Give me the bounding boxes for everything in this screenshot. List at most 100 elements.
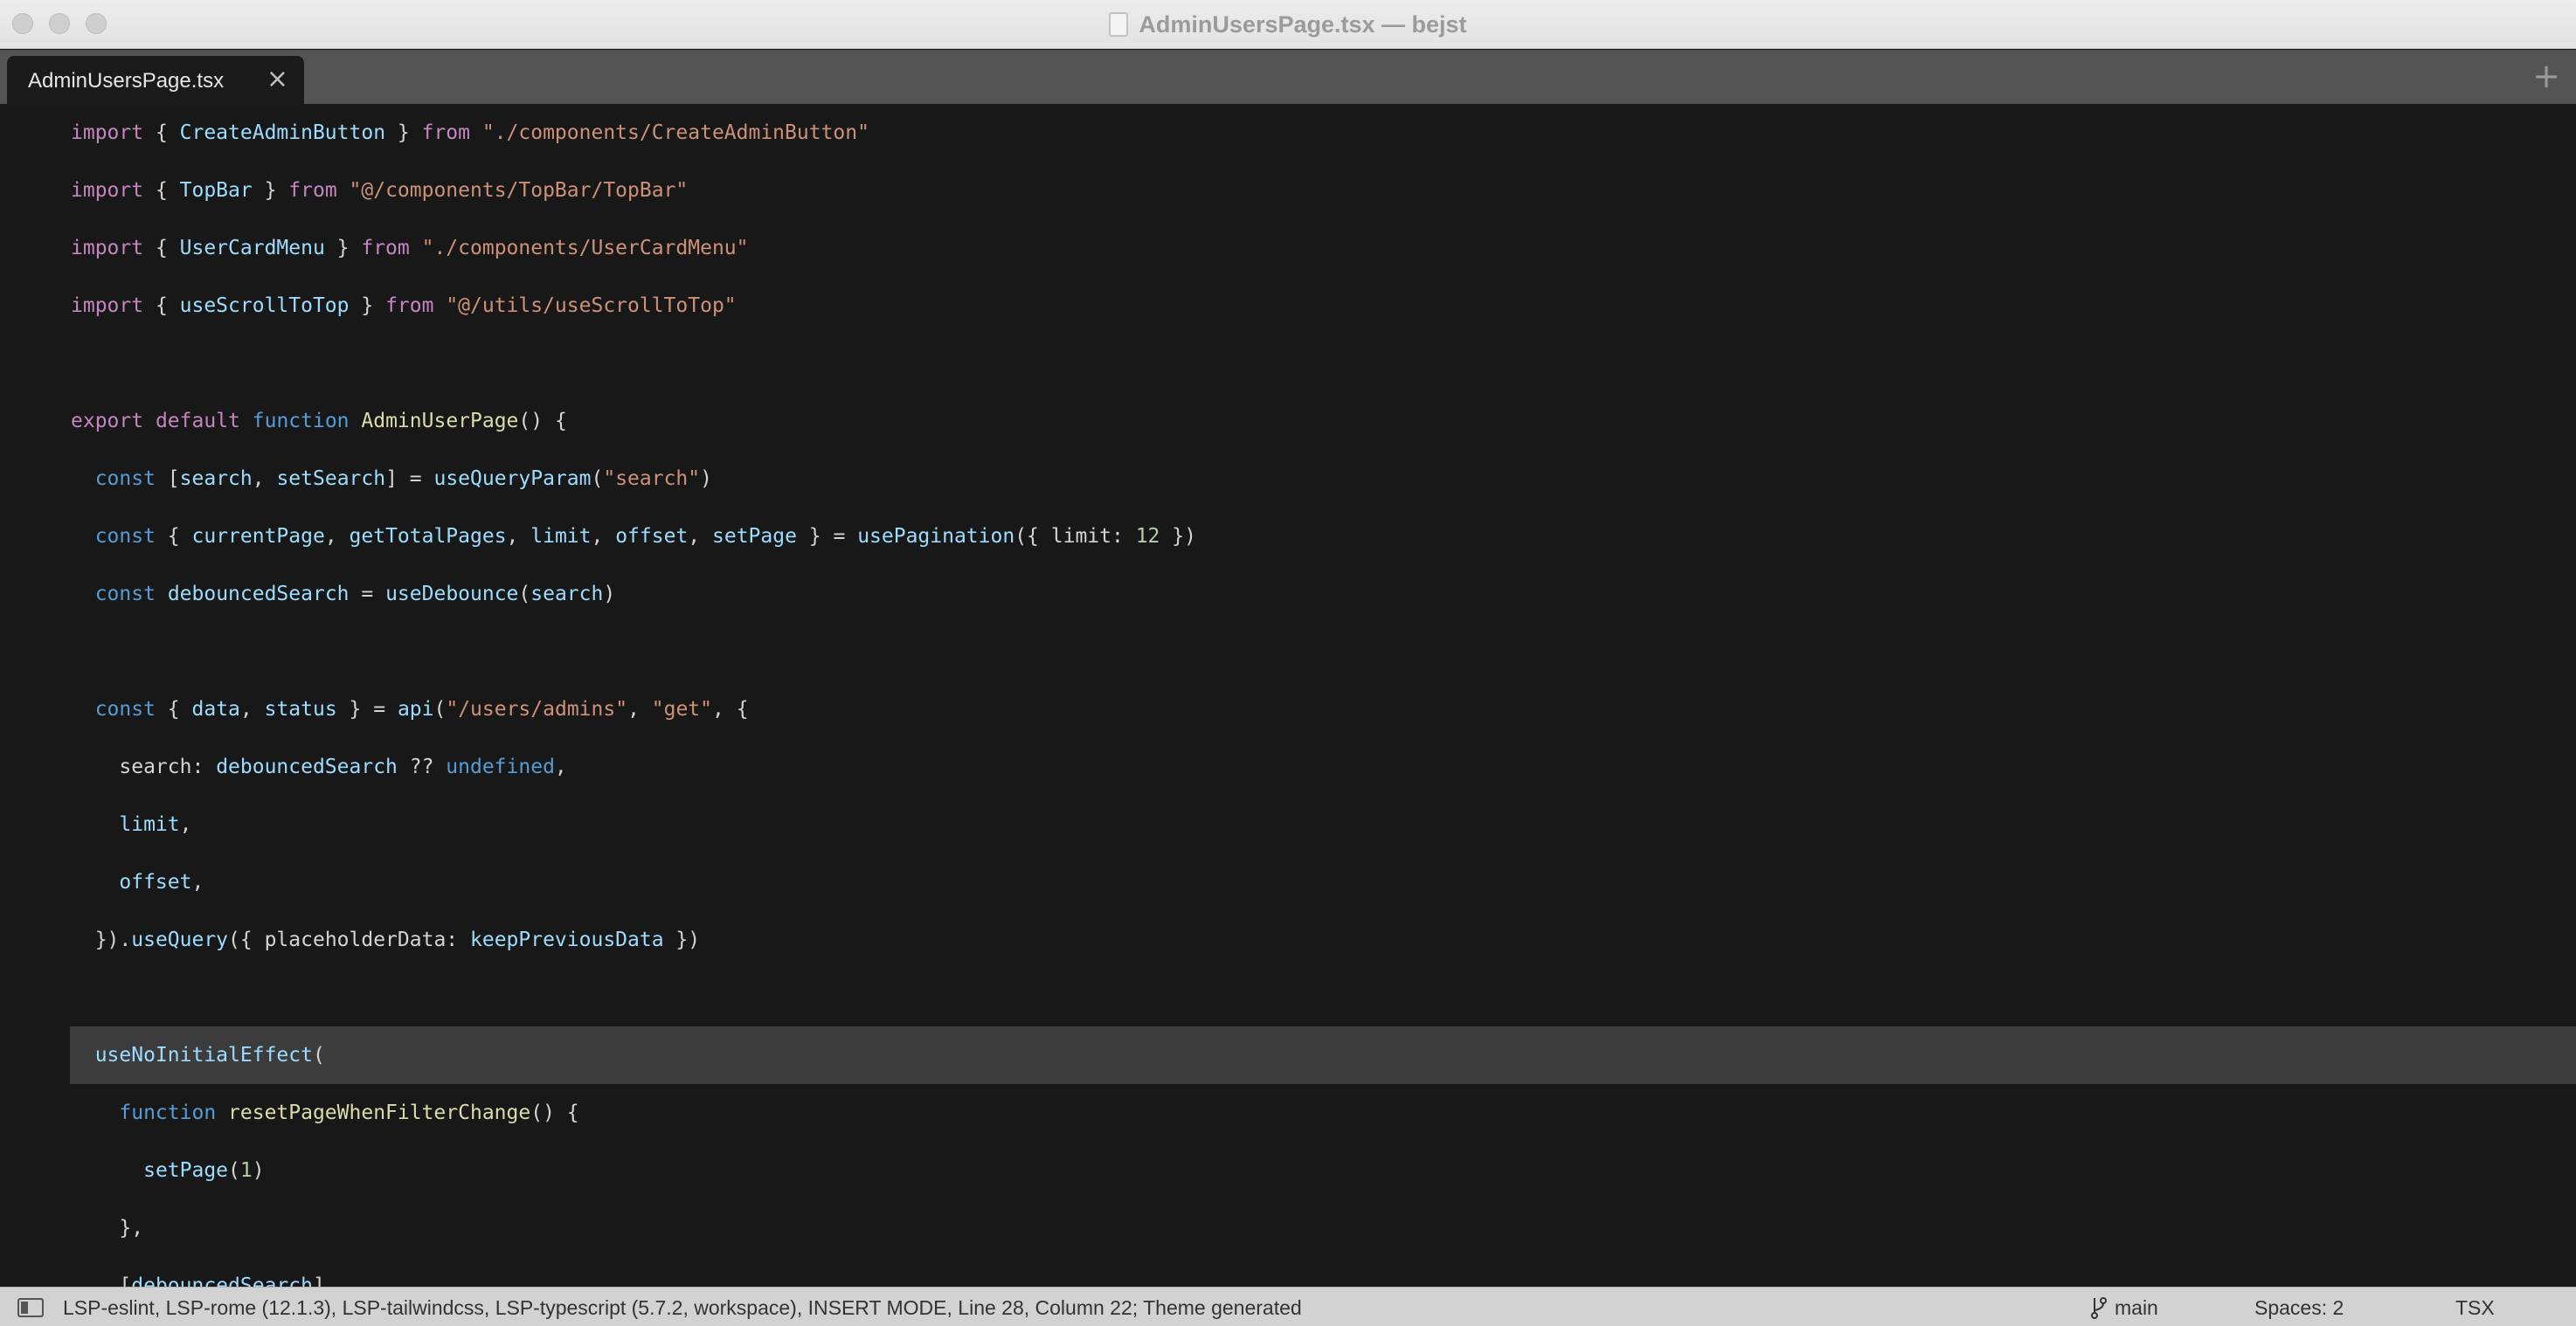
syntax-selector[interactable]: TSX [2455,1295,2495,1320]
code-token: import [71,121,144,144]
code-token: TopBar [179,179,253,202]
code-line[interactable] [0,969,2576,1026]
code-token: offset [615,525,689,548]
code-line[interactable]: import { TopBar } from "@/components/Top… [0,162,2576,219]
code-token: useQueryParam [433,467,592,490]
window-title: AdminUsersPage.tsx — bejst [1139,10,1467,38]
code-token: ) [700,467,712,490]
tab-adminuserspage[interactable]: AdminUsersPage.tsx × [7,56,304,104]
code-token: api [397,698,434,721]
code-token: AdminUserPage [361,410,519,432]
code-token: } = [796,525,858,548]
code-token: from [288,179,337,202]
code-token: } [324,237,362,259]
code-token: , [506,525,531,548]
code-line[interactable]: }).useQuery({ placeholderData: keepPrevi… [0,911,2576,969]
code-text: [debouncedSearch] [71,1257,324,1287]
code-token: "get" [651,698,713,721]
code-token: ) [252,1159,265,1182]
code-token: , [191,871,204,894]
code-token: , [239,698,265,721]
code-token: }, [71,1217,144,1240]
code-token: search [530,583,604,605]
code-token: 12 [1135,525,1160,548]
code-token: placeholderData [264,929,447,951]
new-tab-icon[interactable]: + [2532,57,2560,95]
code-line[interactable]: const debouncedSearch = useDebounce(sear… [0,565,2576,623]
code-token: "/users/admins" [446,698,628,721]
code-token: status [264,698,337,721]
code-token: limit [530,525,592,548]
code-token: { [155,525,192,548]
status-info: LSP-eslint, LSP-rome (12.1.3), LSP-tailw… [63,1296,1302,1319]
code-token: } = [336,698,398,721]
code-line[interactable]: import { CreateAdminButton } from "./com… [0,104,2576,162]
code-token: }). [71,929,132,951]
code-token: : [191,756,217,778]
code-line[interactable]: const [search, setSearch] = useQueryPara… [0,450,2576,508]
code-text: export default function AdminUserPage() … [71,392,567,450]
code-token: ) [603,583,616,605]
code-token: [ [155,467,180,490]
branch-name[interactable]: main [2115,1295,2158,1320]
code-token: offset [119,871,192,894]
close-icon[interactable]: × [267,65,288,94]
code-line[interactable]: export default function AdminUserPage() … [0,392,2576,450]
code-token: setPage [143,1159,229,1182]
current-line-highlight [70,1026,2576,1084]
code-line[interactable]: }, [0,1199,2576,1257]
code-token: import [71,179,144,202]
code-token: "@/utils/useScrollToTop" [446,294,737,317]
code-token: , [179,813,192,836]
code-token: { [155,698,192,721]
code-token: import [71,237,144,259]
code-token: () { [530,1102,579,1124]
code-token: : [1111,525,1136,548]
code-token: "search" [603,467,701,490]
code-token: ( [228,1159,240,1182]
code-token: const [94,467,156,490]
code-token: , { [712,698,749,721]
code-token: resetPageWhenFilterChange [228,1102,531,1124]
code-token: ( [518,583,531,605]
code-line[interactable] [0,623,2576,680]
code-line[interactable]: const { data, status } = api("/users/adm… [0,680,2576,738]
code-token: } [252,179,289,202]
code-token: function [119,1102,217,1124]
indentation-setting[interactable]: Spaces: 2 [2254,1295,2344,1320]
code-line[interactable]: import { UserCardMenu } from "./componen… [0,219,2576,277]
code-line[interactable]: import { useScrollToTop } from "@/utils/… [0,277,2576,335]
code-text: const { currentPage, getTotalPages, limi… [71,508,1196,565]
code-token: }) [663,929,701,951]
code-line[interactable]: function resetPageWhenFilterChange() { [0,1084,2576,1142]
code-line[interactable]: [debouncedSearch] [0,1257,2576,1287]
code-editor[interactable]: import { CreateAdminButton } from "./com… [0,104,2576,1287]
code-line[interactable]: search: debouncedSearch ?? undefined, [0,738,2576,796]
code-token: { [143,294,180,317]
code-token: "@/components/TopBar/TopBar" [349,179,689,202]
sidebar-toggle-icon[interactable] [17,1298,44,1317]
document-icon [1109,12,1129,37]
code-line[interactable]: const { currentPage, getTotalPages, limi… [0,508,2576,565]
code-token: search [119,756,192,778]
code-token: , [554,756,567,778]
code-token: { [143,121,180,144]
code-token: currentPage [191,525,325,548]
code-line[interactable] [0,335,2576,392]
code-token: "./components/UserCardMenu" [421,237,749,259]
code-line[interactable]: offset, [0,853,2576,911]
code-line[interactable]: useNoInitialEffect( [0,1026,2576,1084]
code-line[interactable]: setPage(1) [0,1142,2576,1199]
code-line[interactable]: limit, [0,796,2576,853]
code-token: limit [119,813,180,836]
